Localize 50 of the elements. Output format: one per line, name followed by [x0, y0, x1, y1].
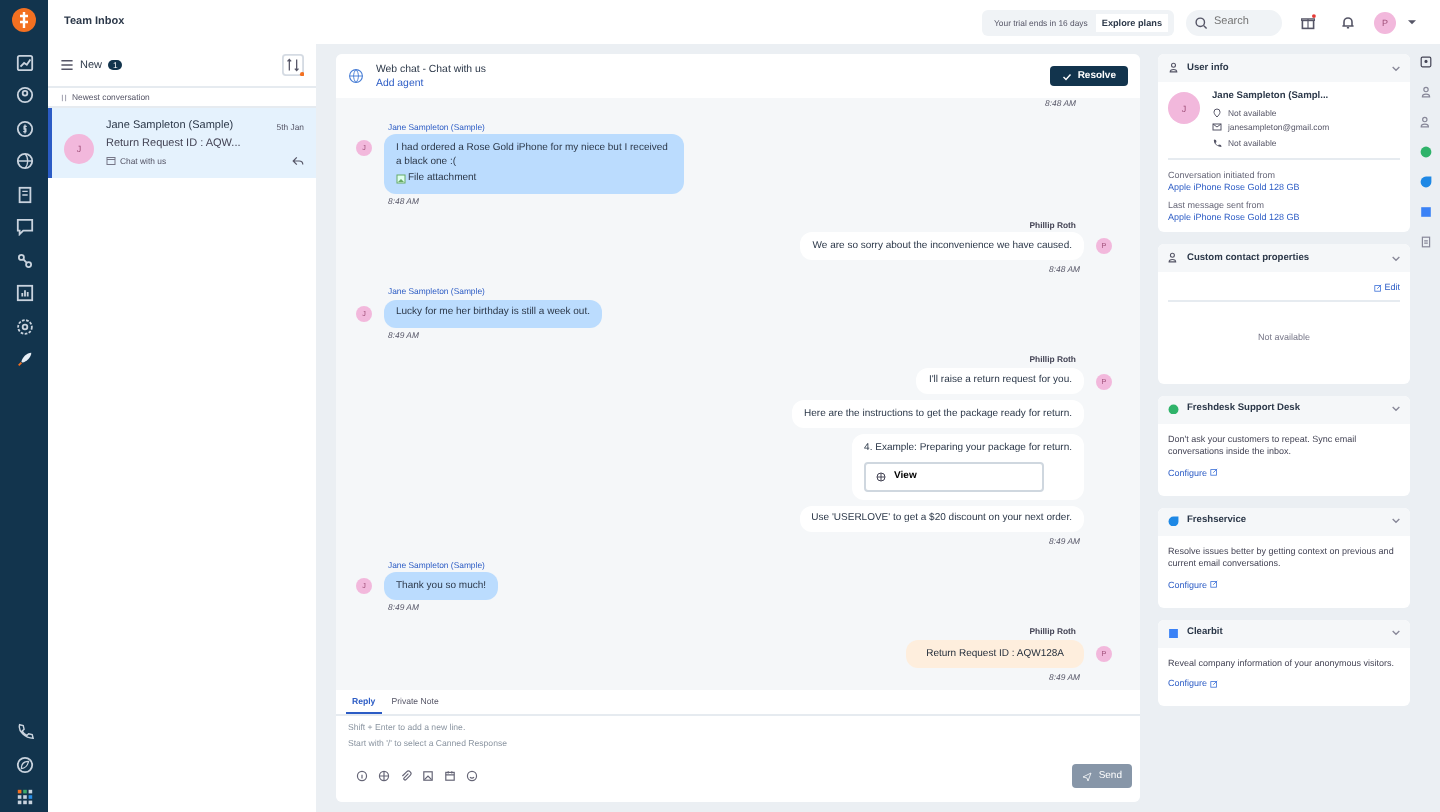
settings-icon[interactable]: [15, 317, 33, 335]
apps-grid-icon[interactable]: [15, 788, 33, 806]
bell-icon[interactable]: [1340, 14, 1356, 30]
person-icon: [1168, 62, 1179, 74]
image-icon[interactable]: [422, 770, 434, 782]
contact-card-icon[interactable]: [1419, 56, 1431, 68]
send-icon: [1082, 771, 1093, 781]
person-icon: [1168, 252, 1179, 264]
emoji-icon[interactable]: [466, 770, 478, 782]
network-icon[interactable]: [15, 251, 33, 269]
reply-icon: [292, 156, 304, 166]
app-logo-icon: [1168, 515, 1179, 527]
chevron-icon[interactable]: [1392, 255, 1400, 261]
location-pin-icon: [1212, 107, 1222, 117]
external-link-icon: [1210, 468, 1219, 477]
external-link-icon: [1210, 679, 1219, 688]
calendar-icon[interactable]: [444, 770, 456, 782]
report-icon[interactable]: [15, 284, 33, 302]
phone-icon: [1212, 137, 1222, 147]
edit-icon: [1373, 283, 1382, 291]
chart-icon[interactable]: [15, 53, 33, 71]
sort-icon[interactable]: [282, 54, 304, 76]
leaf-icon[interactable]: [15, 755, 33, 773]
dollar-icon[interactable]: [15, 119, 33, 137]
app-logo-icon[interactable]: [1419, 176, 1431, 188]
chat-icon[interactable]: [15, 218, 33, 236]
logo-icon[interactable]: [12, 8, 36, 32]
book-icon[interactable]: [15, 185, 33, 203]
document-icon[interactable]: [1419, 236, 1431, 248]
chat-window-icon: [106, 156, 116, 166]
chevron-icon[interactable]: [1392, 518, 1400, 525]
person-icon[interactable]: [1419, 86, 1431, 98]
check-icon: [1061, 71, 1072, 81]
chevron-icon[interactable]: [1392, 65, 1400, 71]
caret-icon[interactable]: [1408, 19, 1416, 25]
app-logo-icon: [1168, 627, 1179, 639]
external-link-icon: [1210, 580, 1219, 589]
paperclip-icon[interactable]: [400, 770, 412, 782]
search-icon: [1194, 15, 1208, 29]
person-icon[interactable]: [1419, 116, 1431, 128]
chevron-icon[interactable]: [1392, 630, 1400, 637]
info-icon[interactable]: [356, 770, 368, 782]
chevron-icon[interactable]: [1392, 406, 1400, 412]
gift-icon[interactable]: [1300, 14, 1316, 30]
mail-icon: [1212, 122, 1222, 132]
app-logo-icon[interactable]: [1419, 206, 1431, 218]
user-circle-icon[interactable]: [15, 86, 33, 104]
app-logo-icon: [1168, 403, 1179, 415]
menu-icon[interactable]: [60, 58, 74, 72]
phone-icon[interactable]: [15, 722, 33, 740]
